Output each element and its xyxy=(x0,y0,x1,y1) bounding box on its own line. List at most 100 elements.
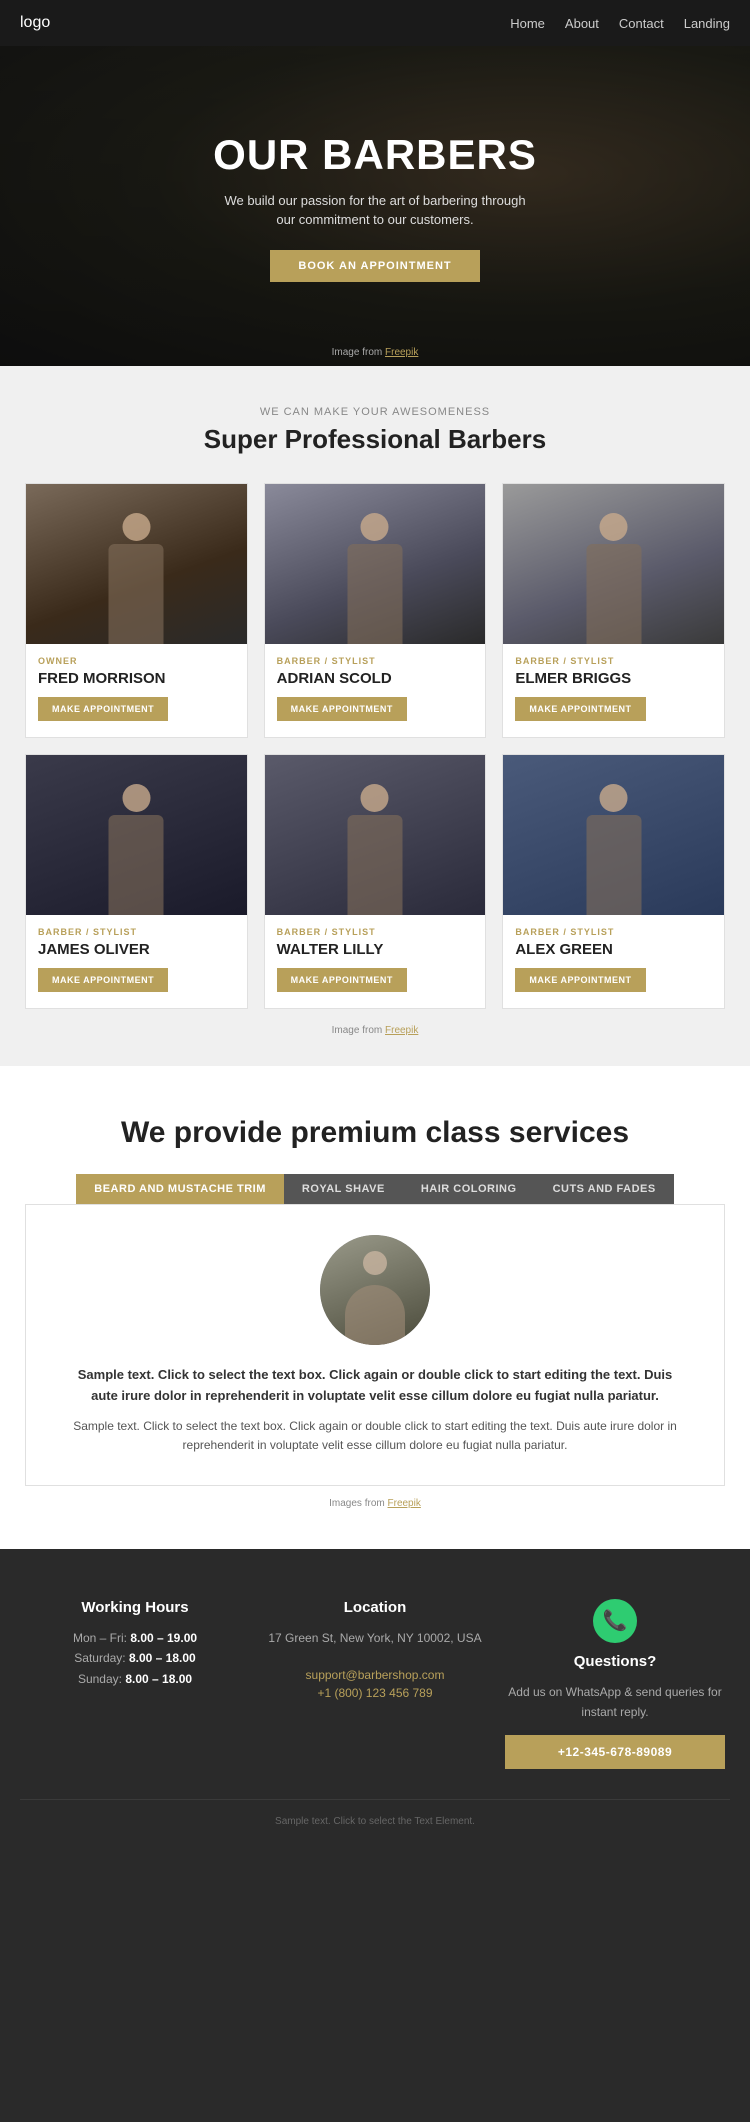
barber-card-5: BARBER / STYLIST WALTER LILLY MAKE APPOI… xyxy=(264,754,487,1009)
nav-contact[interactable]: Contact xyxy=(619,16,664,31)
footer-grid: Working Hours Mon – Fri: 8.00 – 19.00 Sa… xyxy=(25,1599,725,1769)
hero-credit-link[interactable]: Freepik xyxy=(385,347,418,358)
barber-role-2: BARBER / STYLIST xyxy=(265,656,486,666)
barber-silhouette-6 xyxy=(586,784,641,915)
hero-title: OUR BARBERS xyxy=(213,131,537,179)
services-credit: Images from Freepik xyxy=(20,1498,730,1509)
silhouette-body xyxy=(347,815,402,915)
service-image-wrap xyxy=(66,1235,684,1345)
barber-silhouette-3 xyxy=(586,513,641,644)
service-person-head xyxy=(363,1251,387,1275)
barber-card-3: BARBER / STYLIST ELMER BRIGGS MAKE APPOI… xyxy=(502,483,725,738)
barber-card-4: BARBER / STYLIST JAMES OLIVER MAKE APPOI… xyxy=(25,754,248,1009)
footer-contact: 📞 Questions? Add us on WhatsApp & send q… xyxy=(505,1599,725,1769)
barber-role-6: BARBER / STYLIST xyxy=(503,927,724,937)
tab-royal-shave[interactable]: ROYAL SHAVE xyxy=(284,1174,403,1204)
make-appointment-button-2[interactable]: MAKE APPOINTMENT xyxy=(277,697,407,721)
barber-card-1: OWNER FRED MORRISON MAKE APPOINTMENT xyxy=(25,483,248,738)
service-content: Sample text. Click to select the text bo… xyxy=(25,1204,725,1486)
nav-home[interactable]: Home xyxy=(510,16,545,31)
barbers-title: Super Professional Barbers xyxy=(20,424,730,455)
silhouette-body xyxy=(109,815,164,915)
footer-working-hours: Working Hours Mon – Fri: 8.00 – 19.00 Sa… xyxy=(25,1599,245,1769)
navbar: logo Home About Contact Landing xyxy=(0,0,750,46)
barber-role-1: OWNER xyxy=(26,656,247,666)
service-person-body xyxy=(345,1285,405,1345)
barber-name-2: ADRIAN SCOLD xyxy=(265,670,486,687)
location-address: 17 Green St, New York, NY 10002, USA xyxy=(265,1628,485,1648)
silhouette-head xyxy=(600,513,628,541)
make-appointment-button-5[interactable]: MAKE APPOINTMENT xyxy=(277,968,407,992)
barber-photo-4 xyxy=(26,755,247,915)
barber-silhouette-2 xyxy=(347,513,402,644)
hero-section: OUR BARBERS We build our passion for the… xyxy=(0,46,750,366)
services-title: We provide premium class services xyxy=(20,1116,730,1150)
barbers-grid: OWNER FRED MORRISON MAKE APPOINTMENT BAR… xyxy=(25,483,725,1009)
services-section: We provide premium class services BEARD … xyxy=(0,1066,750,1549)
location-phone[interactable]: +1 (800) 123 456 789 xyxy=(317,1686,432,1700)
hero-content: OUR BARBERS We build our passion for the… xyxy=(213,131,537,282)
barbers-credit-link[interactable]: Freepik xyxy=(385,1025,418,1036)
barbers-subtitle: WE CAN MAKE YOUR AWESOMENESS xyxy=(20,406,730,418)
service-text-bold: Sample text. Click to select the text bo… xyxy=(66,1365,684,1407)
make-appointment-button-6[interactable]: MAKE APPOINTMENT xyxy=(515,968,645,992)
barber-photo-5 xyxy=(265,755,486,915)
silhouette-body xyxy=(109,544,164,644)
footer: Working Hours Mon – Fri: 8.00 – 19.00 Sa… xyxy=(0,1549,750,1857)
silhouette-head xyxy=(600,784,628,812)
footer-bottom: Sample text. Click to select the Text El… xyxy=(20,1799,730,1827)
barber-role-3: BARBER / STYLIST xyxy=(503,656,724,666)
whatsapp-icon: 📞 xyxy=(593,1599,637,1643)
barber-photo-bg-6 xyxy=(503,755,724,915)
barber-photo-bg-4 xyxy=(26,755,247,915)
tab-cuts-fades[interactable]: CUTS AND FADES xyxy=(535,1174,674,1204)
make-appointment-button-3[interactable]: MAKE APPOINTMENT xyxy=(515,697,645,721)
silhouette-head xyxy=(361,513,389,541)
barber-silhouette-4 xyxy=(109,784,164,915)
silhouette-body xyxy=(347,544,402,644)
barber-silhouette-5 xyxy=(347,784,402,915)
services-credit-link[interactable]: Freepik xyxy=(388,1498,421,1509)
whatsapp-button[interactable]: +12-345-678-89089 xyxy=(505,1735,725,1769)
barber-photo-1 xyxy=(26,484,247,644)
barber-photo-3 xyxy=(503,484,724,644)
location-title: Location xyxy=(265,1599,485,1616)
nav-logo: logo xyxy=(20,14,50,32)
silhouette-head xyxy=(361,784,389,812)
nav-landing[interactable]: Landing xyxy=(684,16,730,31)
barber-role-4: BARBER / STYLIST xyxy=(26,927,247,937)
barber-photo-2 xyxy=(265,484,486,644)
make-appointment-button-4[interactable]: MAKE APPOINTMENT xyxy=(38,968,168,992)
working-hours-saturday: Saturday: 8.00 – 18.00 xyxy=(25,1648,245,1668)
footer-location: Location 17 Green St, New York, NY 10002… xyxy=(265,1599,485,1769)
silhouette-head xyxy=(122,513,150,541)
silhouette-body xyxy=(586,544,641,644)
barber-photo-bg-2 xyxy=(265,484,486,644)
barber-photo-6 xyxy=(503,755,724,915)
barber-role-5: BARBER / STYLIST xyxy=(265,927,486,937)
book-appointment-button[interactable]: BOOK AN APPOINTMENT xyxy=(270,250,479,282)
service-image xyxy=(320,1235,430,1345)
working-hours-monFri: Mon – Fri: 8.00 – 19.00 xyxy=(25,1628,245,1648)
hero-subtitle: We build our passion for the art of barb… xyxy=(215,191,535,230)
barber-photo-bg-1 xyxy=(26,484,247,644)
barber-name-6: ALEX GREEN xyxy=(503,941,724,958)
silhouette-body xyxy=(586,815,641,915)
barber-card-6: BARBER / STYLIST ALEX GREEN MAKE APPOINT… xyxy=(502,754,725,1009)
contact-text: Add us on WhatsApp & send queries for in… xyxy=(505,1682,725,1723)
hero-credit: Image from Freepik xyxy=(332,347,419,358)
nav-links: Home About Contact Landing xyxy=(510,16,730,31)
nav-about[interactable]: About xyxy=(565,16,599,31)
working-hours-sunday: Sunday: 8.00 – 18.00 xyxy=(25,1669,245,1689)
service-image-inner xyxy=(320,1235,430,1345)
barber-photo-bg-3 xyxy=(503,484,724,644)
footer-bottom-text: Sample text. Click to select the Text El… xyxy=(275,1816,475,1827)
barber-name-5: WALTER LILLY xyxy=(265,941,486,958)
location-email[interactable]: support@barbershop.com xyxy=(306,1668,445,1682)
make-appointment-button-1[interactable]: MAKE APPOINTMENT xyxy=(38,697,168,721)
tab-hair-coloring[interactable]: HAIR COLORING xyxy=(403,1174,535,1204)
services-tabs: BEARD AND MUSTACHE TRIM ROYAL SHAVE HAIR… xyxy=(20,1174,730,1204)
barber-name-3: ELMER BRIGGS xyxy=(503,670,724,687)
tab-beard-mustache[interactable]: BEARD AND MUSTACHE TRIM xyxy=(76,1174,284,1204)
barber-name-1: FRED MORRISON xyxy=(26,670,247,687)
